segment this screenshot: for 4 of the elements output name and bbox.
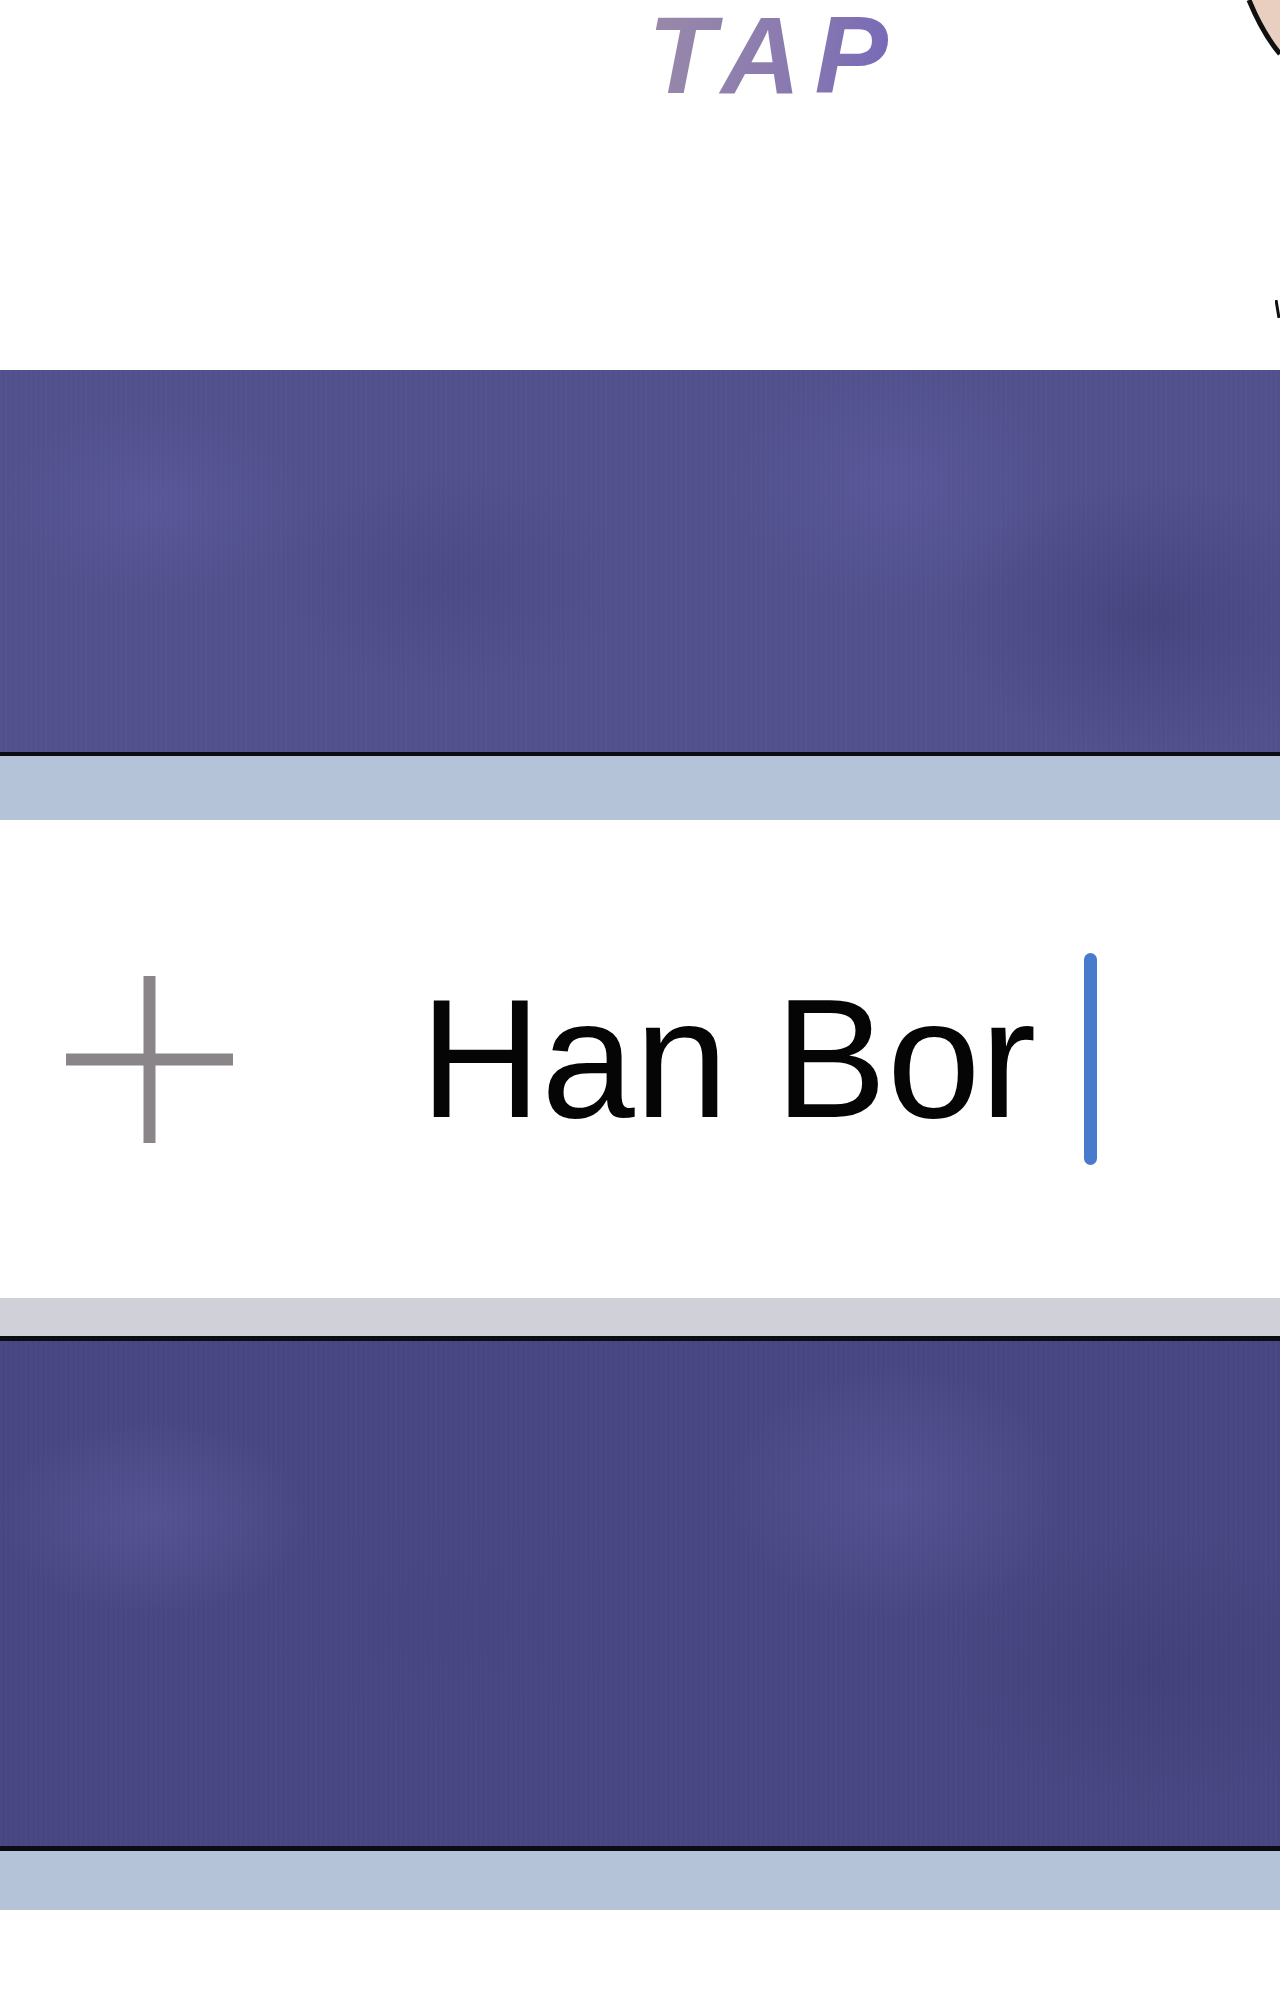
ink-mark-drawing	[1275, 300, 1280, 318]
input-field[interactable]: Han Bor	[420, 953, 1098, 1165]
plus-icon[interactable]	[66, 975, 233, 1143]
line-art-drawing	[1246, 0, 1280, 56]
